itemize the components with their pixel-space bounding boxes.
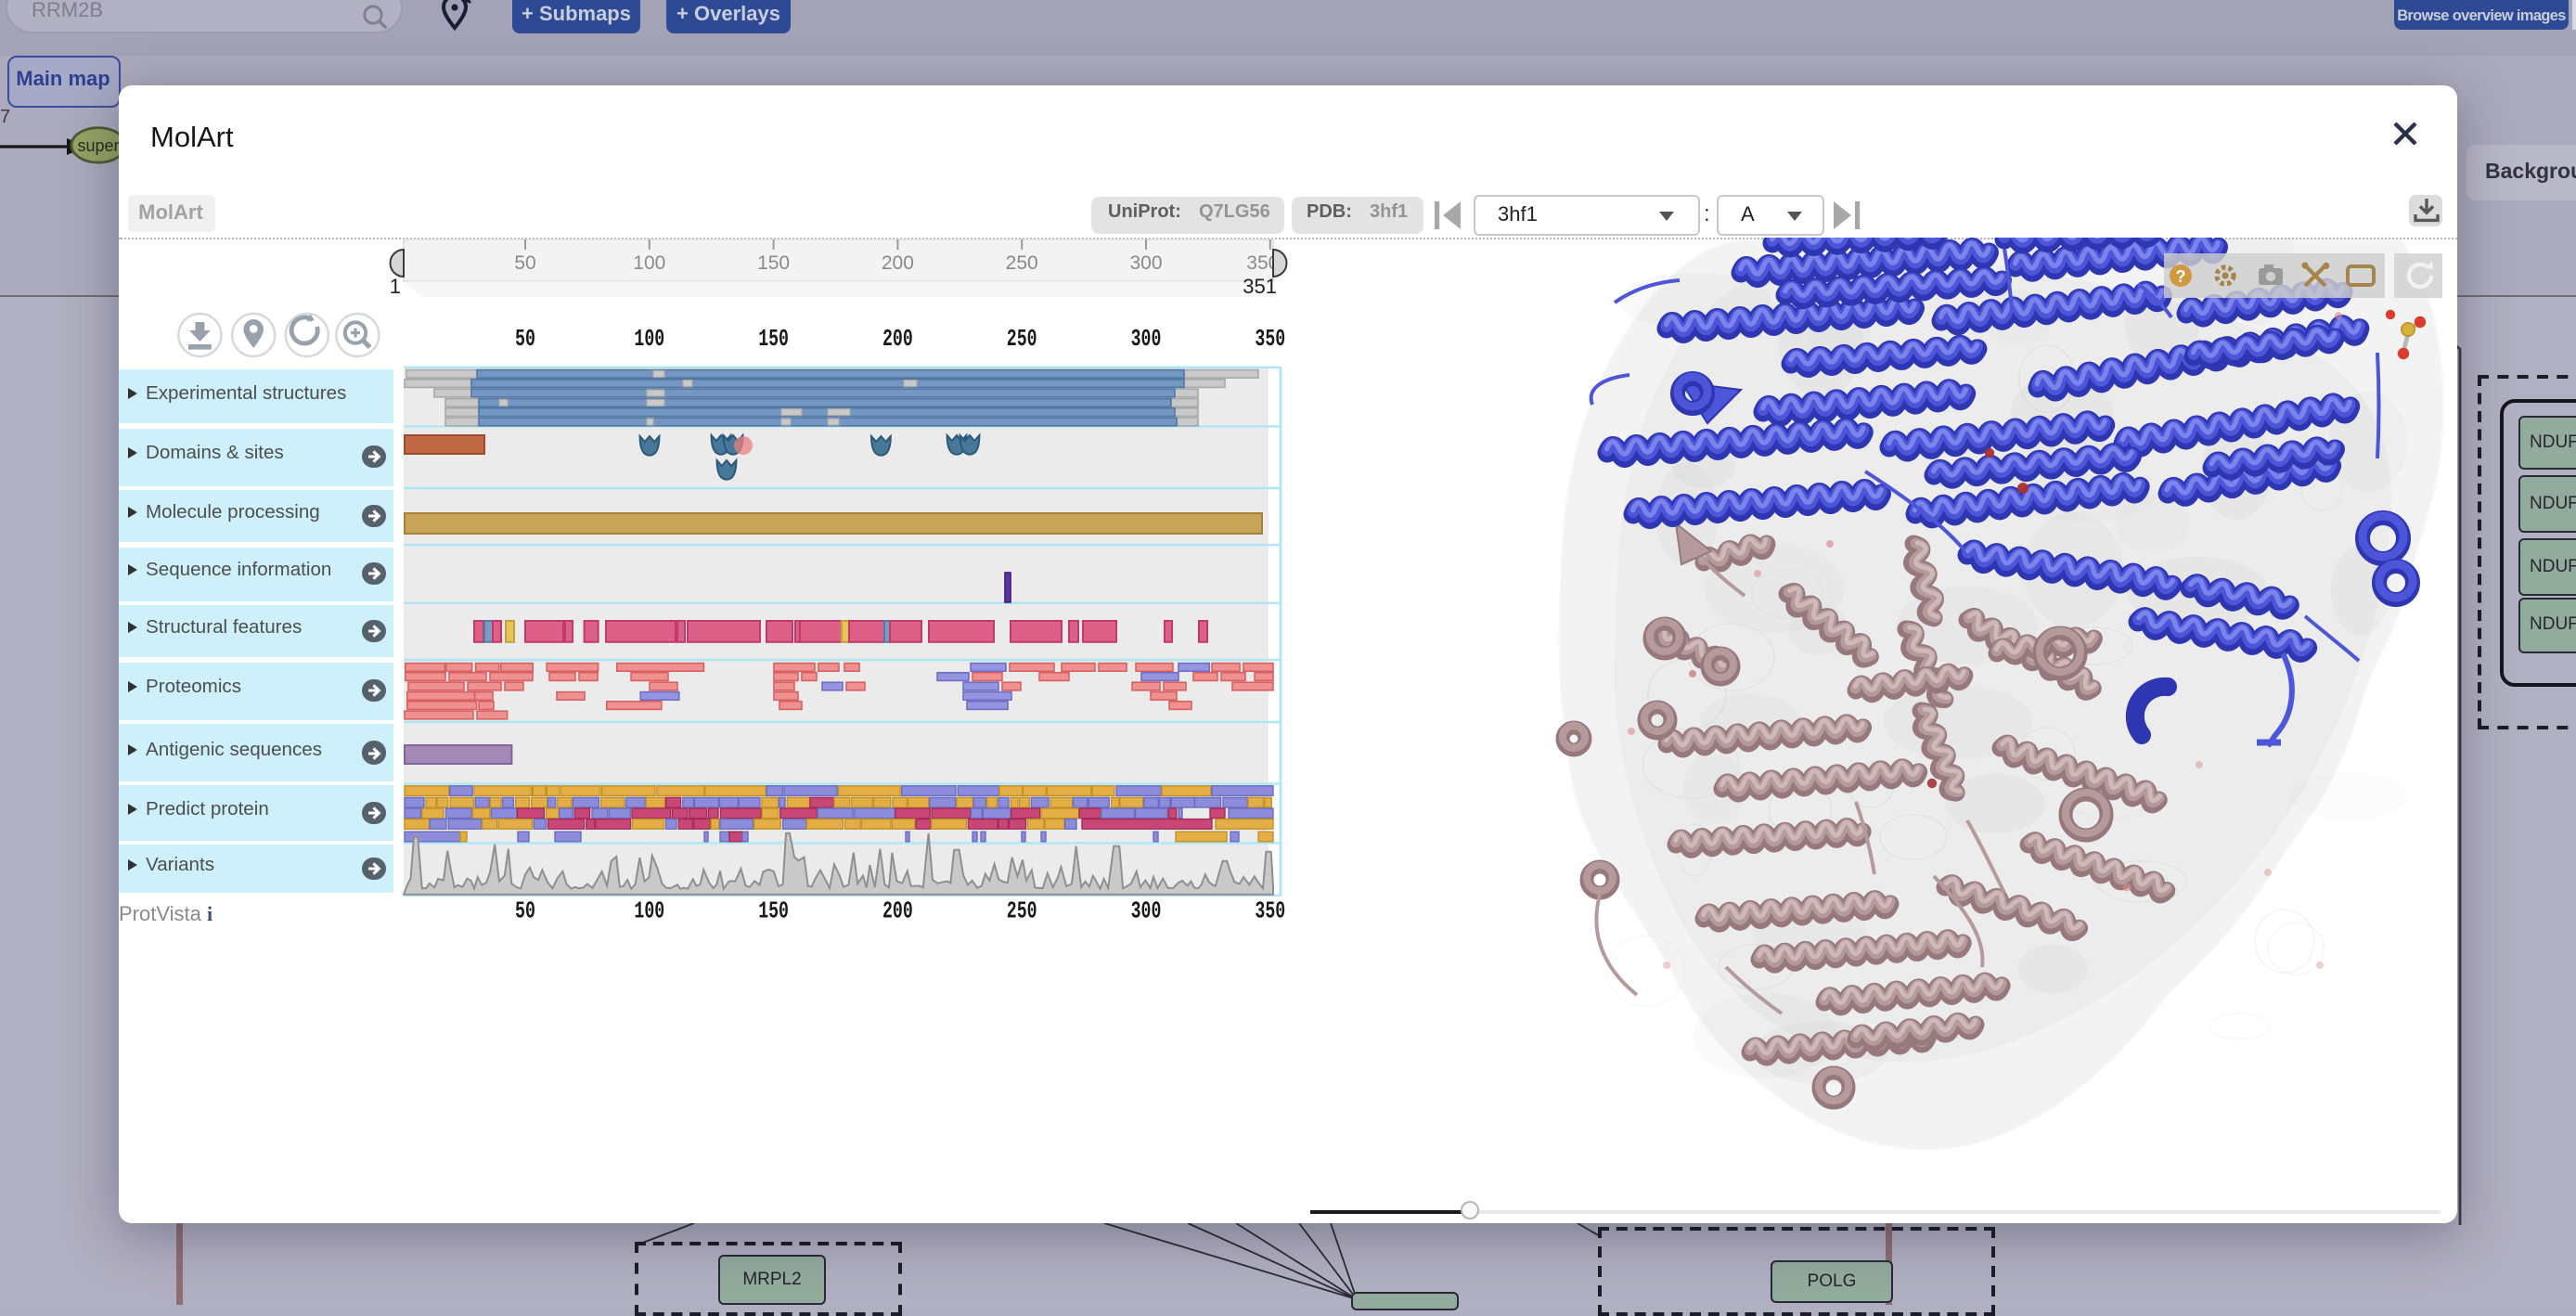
svg-text:150: 150 bbox=[758, 897, 789, 925]
svg-text:50: 50 bbox=[515, 897, 535, 925]
svg-text:200: 200 bbox=[882, 252, 914, 274]
svg-text:150: 150 bbox=[757, 252, 790, 274]
svg-text:100: 100 bbox=[633, 252, 665, 274]
svg-text:351: 351 bbox=[1243, 275, 1277, 298]
svg-text:250: 250 bbox=[1007, 325, 1037, 353]
svg-text:150: 150 bbox=[758, 325, 789, 353]
svg-text:50: 50 bbox=[514, 252, 535, 274]
svg-text:super: super bbox=[77, 136, 119, 155]
svg-text:200: 200 bbox=[882, 325, 913, 353]
svg-text:100: 100 bbox=[634, 897, 664, 925]
svg-text:300: 300 bbox=[1129, 252, 1162, 274]
svg-text:100: 100 bbox=[634, 325, 664, 353]
svg-text:200: 200 bbox=[882, 897, 913, 925]
svg-text:50: 50 bbox=[515, 325, 535, 353]
svg-text:300: 300 bbox=[1131, 897, 1162, 925]
svg-text:7: 7 bbox=[0, 107, 10, 127]
svg-text:1: 1 bbox=[390, 275, 401, 298]
svg-text:?: ? bbox=[2176, 267, 2186, 286]
svg-text:250: 250 bbox=[1007, 897, 1037, 925]
svg-text:300: 300 bbox=[1131, 325, 1162, 353]
svg-text:250: 250 bbox=[1006, 252, 1038, 274]
